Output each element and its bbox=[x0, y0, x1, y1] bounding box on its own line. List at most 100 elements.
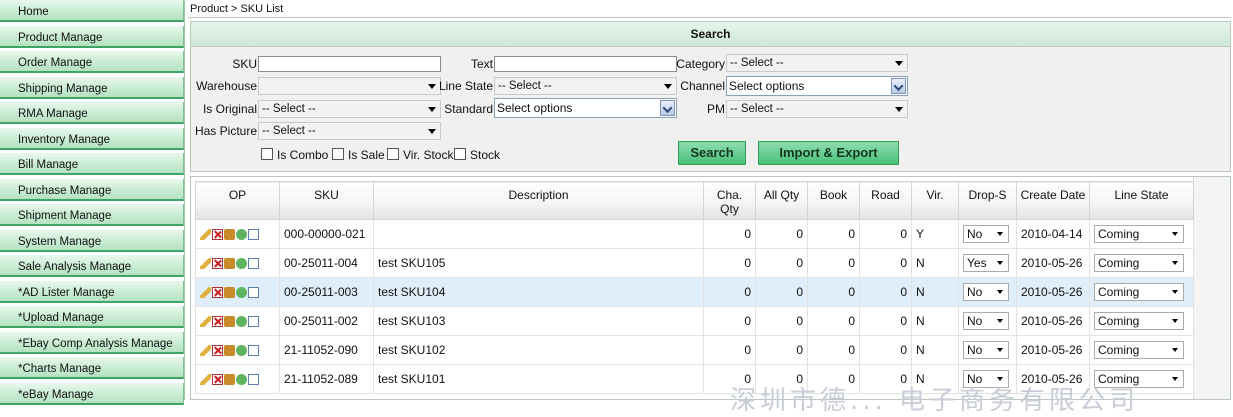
table-row[interactable]: 000-00000-021 0 0 0 0 Y No 2010-04-14 Coming bbox=[195, 219, 1194, 249]
chevron-down-icon bbox=[1172, 290, 1178, 294]
package-icon[interactable] bbox=[224, 228, 235, 240]
column-header-create-date[interactable]: Create Date bbox=[1016, 181, 1090, 220]
drop-s-select[interactable]: No bbox=[963, 312, 1009, 330]
column-header-vir[interactable]: Vir. bbox=[911, 181, 959, 220]
description-cell: test SKU101 bbox=[373, 364, 704, 394]
text-input[interactable] bbox=[494, 56, 677, 72]
edit-icon[interactable] bbox=[200, 344, 211, 356]
table-row[interactable]: 00-25011-002 test SKU103 0 0 0 0 N No 2010-05-26… bbox=[195, 306, 1194, 336]
sku-input[interactable] bbox=[258, 56, 441, 72]
line-state-cell: Coming bbox=[1089, 277, 1194, 307]
line-state-value: Coming bbox=[1098, 285, 1140, 299]
drop-s-select[interactable]: No bbox=[963, 341, 1009, 359]
search-icon[interactable] bbox=[236, 286, 247, 298]
delete-icon[interactable] bbox=[212, 228, 223, 240]
chevron-down-icon bbox=[997, 348, 1003, 352]
column-header-cha-qty[interactable]: Cha. Qty bbox=[703, 181, 756, 220]
line-state-row-select[interactable]: Coming bbox=[1094, 283, 1184, 301]
edit-icon[interactable] bbox=[200, 286, 211, 298]
sidebar-item-purchase-manage[interactable]: Purchase Manage bbox=[0, 178, 184, 201]
sidebar-item-sale-analysis-manage[interactable]: Sale Analysis Manage bbox=[0, 255, 184, 277]
line-state-row-select[interactable]: Coming bbox=[1094, 225, 1184, 243]
table-row[interactable]: 00-25011-003 test SKU104 0 0 0 0 N No 2010-05-26… bbox=[195, 277, 1194, 307]
line-state-select[interactable]: -- Select -- bbox=[494, 77, 677, 95]
is-combo-checkbox[interactable]: Is Combo bbox=[261, 148, 328, 162]
sidebar-item-ad-lister-manage[interactable]: *AD Lister Manage bbox=[0, 280, 184, 303]
search-icon[interactable] bbox=[236, 228, 247, 240]
column-header-road[interactable]: Road bbox=[859, 181, 912, 220]
sidebar-item-order-manage[interactable]: Order Manage bbox=[0, 51, 184, 73]
is-sale-checkbox[interactable]: Is Sale bbox=[332, 148, 385, 162]
document-icon[interactable] bbox=[248, 344, 259, 356]
sidebar-item-bill-manage[interactable]: Bill Manage bbox=[0, 153, 184, 175]
column-header-description[interactable]: Description bbox=[373, 181, 704, 220]
sidebar-item-ebay-comp-analysis-manage[interactable]: *Ebay Comp Analysis Manage bbox=[0, 331, 184, 354]
warehouse-select[interactable] bbox=[258, 77, 441, 95]
sidebar-item-shipping-manage[interactable]: Shipping Manage bbox=[0, 76, 184, 99]
package-icon[interactable] bbox=[224, 373, 235, 385]
table-row[interactable]: 21-11052-090 test SKU102 0 0 0 0 N No 2010-05-26… bbox=[195, 335, 1194, 365]
sidebar-item-inventory-manage[interactable]: Inventory Manage bbox=[0, 127, 184, 150]
delete-icon[interactable] bbox=[212, 344, 223, 356]
column-header-drop-s[interactable]: Drop-S bbox=[958, 181, 1017, 220]
column-header-all-qty[interactable]: All Qty bbox=[755, 181, 808, 220]
search-icon[interactable] bbox=[236, 373, 247, 385]
drop-s-cell: No bbox=[958, 277, 1017, 307]
edit-icon[interactable] bbox=[200, 257, 211, 269]
stock-checkbox[interactable]: Stock bbox=[454, 148, 500, 162]
delete-icon[interactable] bbox=[212, 286, 223, 298]
package-icon[interactable] bbox=[224, 286, 235, 298]
delete-icon[interactable] bbox=[212, 373, 223, 385]
checkbox-icon bbox=[332, 148, 344, 160]
sidebar-item-shipment-manage[interactable]: Shipment Manage bbox=[0, 204, 184, 226]
document-icon[interactable] bbox=[248, 373, 259, 385]
sidebar-item-rma-manage[interactable]: RMA Manage bbox=[0, 102, 184, 124]
sidebar-item-ebay-manage[interactable]: *eBay Manage bbox=[0, 382, 184, 405]
package-icon[interactable] bbox=[224, 315, 235, 327]
line-state-row-select[interactable]: Coming bbox=[1094, 312, 1184, 330]
column-header-line-state[interactable]: Line State bbox=[1089, 181, 1194, 220]
table-row[interactable]: 00-25011-004 test SKU105 0 0 0 0 N Yes 2010-05-2… bbox=[195, 248, 1194, 278]
package-icon[interactable] bbox=[224, 257, 235, 269]
line-state-row-select[interactable]: Coming bbox=[1094, 254, 1184, 272]
standard-multiselect[interactable]: Select options bbox=[494, 98, 677, 118]
search-button[interactable]: Search bbox=[678, 141, 746, 165]
chevron-down-icon bbox=[895, 61, 903, 66]
checkbox-icon bbox=[387, 148, 399, 160]
vertical-scrollbar[interactable] bbox=[1193, 177, 1230, 399]
document-icon[interactable] bbox=[248, 228, 259, 240]
cha-qty-cell: 0 bbox=[703, 277, 756, 307]
chevron-down-icon bbox=[1172, 319, 1178, 323]
search-icon[interactable] bbox=[236, 344, 247, 356]
sidebar-item-charts-manage[interactable]: *Charts Manage bbox=[0, 357, 184, 379]
channel-multiselect[interactable]: Select options bbox=[726, 76, 908, 96]
search-icon[interactable] bbox=[236, 257, 247, 269]
document-icon[interactable] bbox=[248, 286, 259, 298]
search-icon[interactable] bbox=[236, 315, 247, 327]
drop-s-select[interactable]: No bbox=[963, 225, 1009, 243]
pm-select[interactable]: -- Select -- bbox=[726, 100, 908, 118]
is-original-select[interactable]: -- Select -- bbox=[258, 100, 441, 118]
drop-s-select[interactable]: Yes bbox=[963, 254, 1009, 272]
package-icon[interactable] bbox=[224, 344, 235, 356]
sidebar-item-product-manage[interactable]: Product Manage bbox=[0, 25, 184, 48]
sidebar-item-home[interactable]: Home bbox=[0, 0, 184, 22]
category-select[interactable]: -- Select -- bbox=[726, 54, 908, 72]
has-picture-select[interactable]: -- Select -- bbox=[258, 122, 441, 140]
sidebar-item-upload-manage[interactable]: *Upload Manage bbox=[0, 306, 184, 328]
chevron-down-icon bbox=[1172, 261, 1178, 265]
line-state-row-select[interactable]: Coming bbox=[1094, 341, 1184, 359]
delete-icon[interactable] bbox=[212, 315, 223, 327]
vir-stock-checkbox[interactable]: Vir. Stock bbox=[387, 148, 453, 162]
sidebar-item-system-manage[interactable]: System Manage bbox=[0, 229, 184, 252]
column-header-book[interactable]: Book bbox=[807, 181, 860, 220]
drop-s-select[interactable]: No bbox=[963, 283, 1009, 301]
document-icon[interactable] bbox=[248, 257, 259, 269]
edit-icon[interactable] bbox=[200, 228, 211, 240]
import-export-button[interactable]: Import & Export bbox=[758, 141, 899, 165]
edit-icon[interactable] bbox=[200, 373, 211, 385]
column-header-sku[interactable]: SKU bbox=[279, 181, 374, 220]
document-icon[interactable] bbox=[248, 315, 259, 327]
delete-icon[interactable] bbox=[212, 257, 223, 269]
edit-icon[interactable] bbox=[200, 315, 211, 327]
